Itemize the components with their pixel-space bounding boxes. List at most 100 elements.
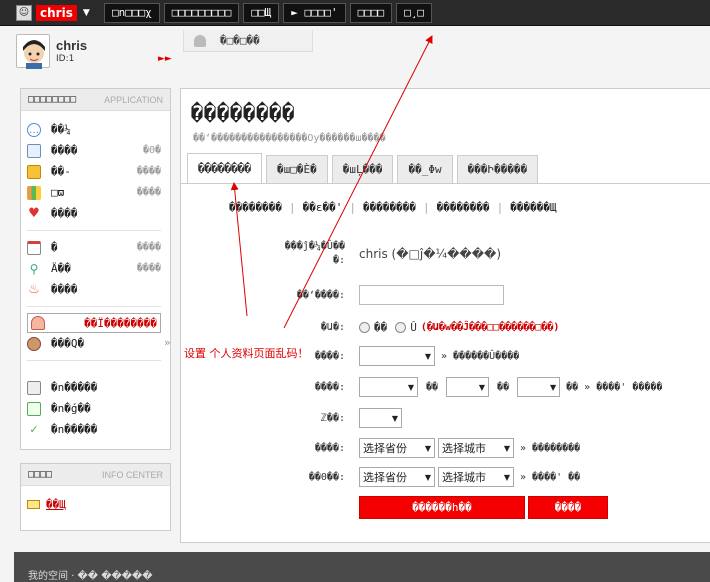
status-box[interactable]: �□�□�� xyxy=(183,30,313,52)
user-menu-name: chris xyxy=(36,5,77,21)
gender-radio-male[interactable] xyxy=(359,321,370,333)
info-center-title: □□□□ xyxy=(28,469,53,480)
top-nav-item[interactable]: □n□□□χ xyxy=(104,3,160,23)
blood-hint: » ������Û���� xyxy=(441,350,520,362)
top-nav-item[interactable]: □□□□□□□□□ xyxy=(163,3,240,23)
app-item-4[interactable]: ♥ ���� xyxy=(27,203,161,224)
gender-option-1: �� xyxy=(374,320,388,334)
app-item-3[interactable]: □ϖ ���� xyxy=(27,182,161,203)
top-nav-item[interactable]: □□Щ xyxy=(243,3,280,23)
app-item-extra[interactable]: ���� xyxy=(137,242,161,253)
hometown-city-select[interactable]: 选择城市 ▼ xyxy=(438,438,514,458)
sub-nav-item[interactable]: �������� xyxy=(363,201,416,214)
birth-day-select[interactable]: ▼ xyxy=(517,377,561,397)
gender-radio-female[interactable] xyxy=(395,321,407,333)
profile-name[interactable]: chris xyxy=(56,38,87,53)
invite-icon xyxy=(27,380,41,395)
save-button[interactable]: ������h�� xyxy=(359,496,525,519)
app-item-label: ���� xyxy=(51,283,78,296)
app-item-7[interactable]: ♨ ���� xyxy=(27,279,161,300)
footer-bar: 我的空间 · �� ����� xyxy=(14,552,710,582)
chevron-down-icon: ▼ xyxy=(424,443,431,453)
app-item-12[interactable]: ✓ �n����� xyxy=(27,419,161,440)
info-center-item[interactable]: ��Щ xyxy=(27,498,66,511)
residence-province-select[interactable]: 选择省份 ▼ xyxy=(359,467,435,487)
tab-contact[interactable]: �ш□�Ѐ� xyxy=(265,155,328,183)
app-item-1[interactable]: ���� �Θ� xyxy=(27,140,161,161)
app-item-2[interactable]: ��- ���� xyxy=(27,161,161,182)
app-item-10[interactable]: �n����� xyxy=(27,377,161,398)
user-menu[interactable]: ☺ chris ▼ xyxy=(16,3,96,23)
info-center-list: ��Щ xyxy=(27,498,66,511)
tab-basic-info[interactable]: �������� xyxy=(187,153,262,183)
chevron-down-icon: ▼ xyxy=(424,472,431,482)
birth-year-select[interactable]: ▼ xyxy=(359,377,418,397)
main-card: �������� ��ʻ����������������Oy������ш���… xyxy=(180,88,710,543)
app-item-8[interactable]: ��Ϊ�������� xyxy=(27,313,161,333)
tab-personal[interactable]: ���Ի����� xyxy=(456,155,539,183)
zodiac-label: ℤ��: xyxy=(320,412,345,424)
cancel-button[interactable]: ���� xyxy=(528,496,608,519)
top-nav-item[interactable]: ► □□□□' xyxy=(283,3,346,23)
info-center-link[interactable]: ��Щ xyxy=(46,498,66,511)
top-bar: ☺ chris ▼ □n□□□χ □□□□□□□□□ □□Щ ► □□□□' □… xyxy=(0,0,710,26)
residence-hint: » ����' �� xyxy=(520,471,581,483)
page-subtitle: ��ʻ����������������Oy������ш���� xyxy=(193,133,386,144)
tab-work[interactable]: ��_Φw xyxy=(397,155,453,183)
sub-nav-item[interactable]: �������� xyxy=(437,201,490,214)
divider xyxy=(27,230,161,231)
user-search-icon: ⚲ xyxy=(29,261,39,276)
sidebar-collapse-icon[interactable]: » xyxy=(164,336,171,349)
hometown-label: ����: xyxy=(314,442,345,454)
form-row-residence: ��0��: 选择省份 ▼ 选择城市 ▼ » ����' �� xyxy=(181,466,710,488)
gender-note: (�Ա�w��Ĵ���□□������□��) xyxy=(420,321,560,333)
zodiac-select[interactable]: ▼ xyxy=(359,408,402,428)
app-item-label: � xyxy=(51,241,58,254)
sub-nav-item[interactable]: ������Щ xyxy=(510,201,556,214)
hometown-province-select[interactable]: 选择省份 ▼ xyxy=(359,438,435,458)
blood-label: ����: xyxy=(314,350,345,362)
double-arrow-icon[interactable]: ►► xyxy=(158,54,172,64)
user-avatar-small: ☺ xyxy=(16,5,32,21)
blood-select[interactable]: ▼ xyxy=(359,346,435,366)
residence-city-select[interactable]: 选择城市 ▼ xyxy=(438,467,514,487)
user-icon xyxy=(194,34,206,47)
bar-chart-icon xyxy=(27,185,41,200)
avatar[interactable] xyxy=(16,34,50,69)
annotation-text: 设置 个人资料页面乱码！ xyxy=(184,347,309,360)
birth-sep-year: �� xyxy=(426,381,439,393)
profile-id: ID:1 xyxy=(56,54,75,64)
hometown-hint: » �������� xyxy=(520,442,581,454)
app-item-11[interactable]: �n�ǵ�� xyxy=(27,398,161,419)
chevron-down-icon: ▼ xyxy=(503,472,510,482)
gender-option-2: Û xyxy=(410,320,417,334)
divider xyxy=(27,306,161,307)
app-item-extra[interactable]: ���� xyxy=(137,263,161,274)
info-center-title-en: INFO CENTER xyxy=(101,469,163,480)
app-item-label: �n����� xyxy=(51,381,98,394)
top-nav-item[interactable]: □□□□ xyxy=(349,3,393,23)
app-item-9[interactable]: ���Q� xyxy=(27,333,161,354)
app-list: … ��¼ ���� �Θ� ��- ���� □ϖ ���� ♥ ���� �… xyxy=(27,119,161,440)
nickname-input[interactable] xyxy=(359,285,504,305)
app-item-extra[interactable]: ���� xyxy=(137,166,161,177)
page-title: �������� xyxy=(191,101,296,125)
residence-label: ��0��: xyxy=(308,471,345,483)
info-center-header: □□□□ INFO CENTER xyxy=(21,464,170,486)
sub-nav-item[interactable]: �������� xyxy=(229,201,282,214)
app-item-6[interactable]: ⚲ Ä�� ���� xyxy=(27,258,161,279)
contact-card-icon xyxy=(27,143,41,158)
app-item-5[interactable]: � ���� xyxy=(27,237,161,258)
app-item-label: ���� xyxy=(51,207,78,220)
application-panel-title: □□□□□□□□ xyxy=(28,94,77,105)
top-nav-item[interactable]: □¸□ xyxy=(396,3,432,23)
app-item-extra[interactable]: �Θ� xyxy=(143,145,161,156)
app-item-extra[interactable]: ���� xyxy=(137,187,161,198)
app-item-0[interactable]: … ��¼ xyxy=(27,119,161,140)
chevron-down-icon: ▼ xyxy=(407,382,414,392)
sub-nav: �������� | ��ɛ��' | �������� | �������� | ��… xyxy=(229,201,557,214)
sub-nav-item[interactable]: ��ɛ��' xyxy=(303,201,343,214)
birth-month-select[interactable]: ▼ xyxy=(446,377,490,397)
application-panel-title-en: APPLICATION xyxy=(104,94,163,105)
tab-education[interactable]: �шĻ��� xyxy=(331,155,394,183)
